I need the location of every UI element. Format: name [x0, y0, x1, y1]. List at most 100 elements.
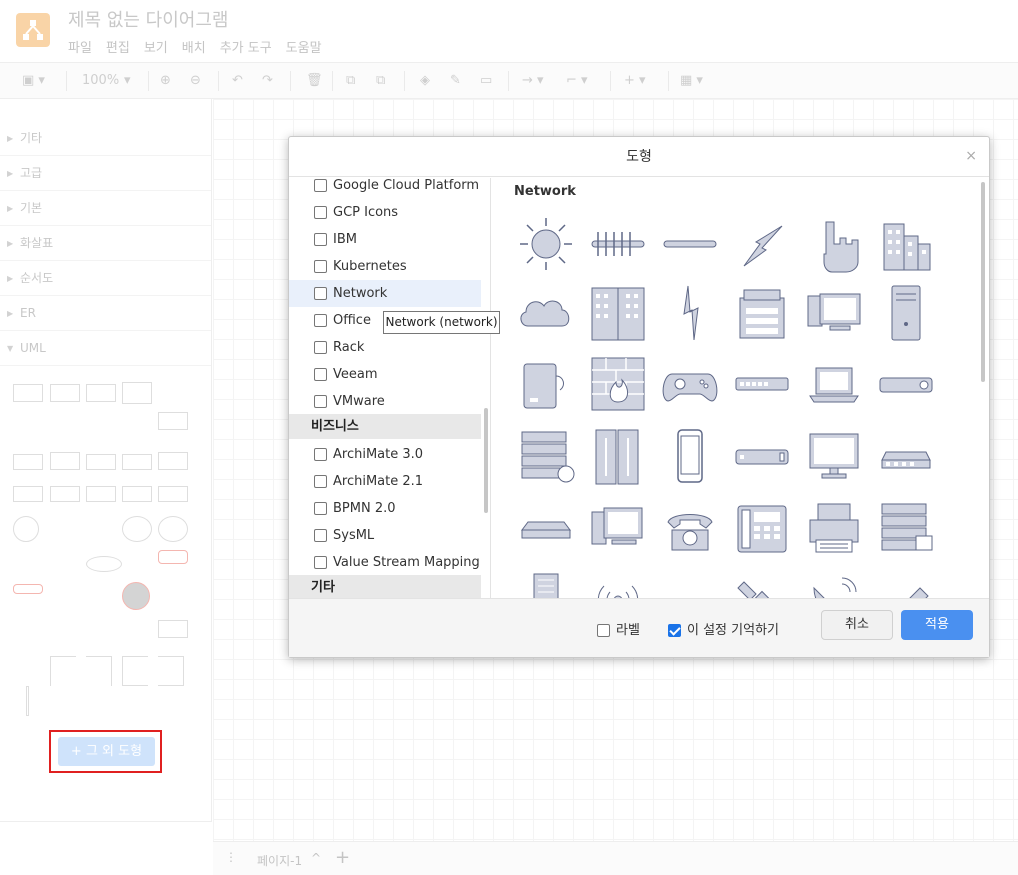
sidebar-section-misc[interactable]: ▶ 기타	[0, 121, 211, 156]
format-panel-icon[interactable]: ▣ ▾	[22, 73, 45, 88]
mainframe-icon[interactable]	[586, 424, 650, 488]
uml-shape[interactable]	[13, 516, 39, 542]
patch-panel-icon[interactable]	[514, 496, 578, 560]
uml-shape[interactable]	[122, 582, 150, 610]
page-menu-icon[interactable]: ⋮	[225, 850, 237, 864]
to-front-icon[interactable]: ⧉	[346, 73, 355, 88]
rack-server-icon[interactable]	[874, 496, 938, 560]
library-item[interactable]: ArchiMate 2.1	[289, 468, 481, 495]
undo-icon[interactable]: ↶	[232, 73, 243, 88]
remember-option[interactable]: 이 설정 기억하기	[668, 623, 779, 638]
uml-shape[interactable]	[86, 656, 112, 686]
antenna-icon[interactable]	[874, 568, 938, 598]
laptop-icon[interactable]	[802, 352, 866, 416]
checkbox[interactable]	[314, 260, 327, 273]
library-item[interactable]: Value Stream Mapping	[289, 549, 481, 576]
checkbox[interactable]	[314, 502, 327, 515]
printer-icon[interactable]	[802, 496, 866, 560]
modem-icon[interactable]	[730, 424, 794, 488]
uml-shape[interactable]	[86, 454, 116, 470]
wireless-icon[interactable]	[586, 568, 650, 598]
checkbox[interactable]	[314, 368, 327, 381]
chevron-up-icon[interactable]: ^	[311, 851, 321, 865]
sidebar-section-basic[interactable]: ▶ 기본	[0, 191, 211, 226]
library-item[interactable]: Google Cloud Platform	[289, 178, 481, 199]
uml-shape[interactable]	[86, 556, 122, 572]
zoom-out-icon[interactable]: ⊖	[190, 73, 201, 88]
router-icon[interactable]	[874, 352, 938, 416]
workstation-icon[interactable]	[586, 496, 650, 560]
touch-hand-icon[interactable]	[802, 212, 866, 276]
menu-extras[interactable]: 추가 도구	[220, 37, 272, 56]
uml-shape[interactable]	[50, 486, 80, 502]
sidebar-section-flowchart[interactable]: ▶ 순서도	[0, 261, 211, 296]
switch-icon[interactable]	[730, 352, 794, 416]
library-item[interactable]: ArchiMate 3.0	[289, 441, 481, 468]
comb-icon[interactable]	[586, 212, 650, 276]
zoom-dropdown-icon[interactable]: ▾	[124, 73, 131, 88]
uml-shape[interactable]	[122, 656, 148, 686]
delete-icon[interactable]: 🗑	[306, 73, 323, 88]
uml-shape[interactable]	[50, 452, 80, 470]
library-item[interactable]: IBM	[289, 226, 481, 253]
line-color-icon[interactable]: ✎	[450, 73, 461, 88]
sun-icon[interactable]	[514, 212, 578, 276]
menu-arrange[interactable]: 배치	[182, 37, 206, 56]
checkbox[interactable]	[314, 179, 327, 192]
uml-shape[interactable]	[158, 620, 188, 638]
apply-button[interactable]: 적용	[901, 610, 973, 640]
library-item[interactable]: SysML	[289, 522, 481, 549]
menu-help[interactable]: 도움말	[286, 37, 322, 56]
label-checkbox[interactable]	[597, 624, 610, 637]
server-mail-icon[interactable]	[514, 424, 578, 488]
cloud-icon[interactable]	[514, 280, 578, 344]
document-title[interactable]: 제목 없는 다이어그램	[68, 6, 228, 32]
preview-scrollbar[interactable]	[981, 182, 985, 382]
cancel-button[interactable]: 취소	[821, 610, 893, 640]
satellite-icon[interactable]	[730, 568, 794, 598]
copier-icon[interactable]	[730, 280, 794, 344]
phone-icon[interactable]	[658, 496, 722, 560]
sidebar-section-arrows[interactable]: ▶ 화살표	[0, 226, 211, 261]
cable-icon[interactable]	[658, 212, 722, 276]
checkbox[interactable]	[314, 341, 327, 354]
uml-shape[interactable]	[13, 384, 43, 402]
lightning-icon[interactable]	[730, 212, 794, 276]
uml-shape[interactable]	[122, 454, 152, 470]
uml-shape[interactable]	[122, 516, 152, 542]
label-option[interactable]: 라벨	[597, 623, 640, 638]
checkbox[interactable]	[314, 287, 327, 300]
uml-shape[interactable]	[158, 452, 188, 470]
uml-shape[interactable]	[50, 656, 76, 686]
uml-shape[interactable]	[13, 584, 43, 594]
uml-shape[interactable]	[122, 486, 152, 502]
bolt-icon[interactable]	[658, 280, 722, 344]
to-back-icon[interactable]: ⧉	[376, 73, 385, 88]
uml-shape[interactable]	[26, 686, 29, 716]
remember-checkbox[interactable]	[668, 624, 681, 637]
zoom-select[interactable]: 100%	[82, 73, 119, 88]
library-item[interactable]: VMware	[289, 388, 481, 415]
external-drive-icon[interactable]	[514, 352, 578, 416]
library-item[interactable]: Veeam	[289, 361, 481, 388]
checkbox[interactable]	[314, 475, 327, 488]
uml-shape[interactable]	[158, 412, 188, 430]
uml-shape[interactable]	[86, 384, 116, 402]
office-tower-icon[interactable]	[586, 280, 650, 344]
library-item[interactable]: Rack	[289, 334, 481, 361]
checkbox[interactable]	[314, 529, 327, 542]
uml-shape[interactable]	[13, 454, 43, 470]
table-icon[interactable]: ▦ ▾	[680, 73, 703, 88]
ups-icon[interactable]	[658, 568, 722, 598]
library-item[interactable]: BPMN 2.0	[289, 495, 481, 522]
menu-edit[interactable]: 편집	[106, 37, 130, 56]
shadow-icon[interactable]: ▭	[480, 73, 492, 88]
menu-file[interactable]: 파일	[68, 37, 92, 56]
sidebar-section-advanced[interactable]: ▶ 고급	[0, 156, 211, 191]
library-scrollbar[interactable]	[484, 408, 488, 513]
monitor-icon[interactable]	[802, 424, 866, 488]
uml-shape[interactable]	[86, 486, 116, 502]
uml-shape[interactable]	[158, 486, 188, 502]
pc-icon[interactable]	[802, 280, 866, 344]
ip-phone-icon[interactable]	[730, 496, 794, 560]
